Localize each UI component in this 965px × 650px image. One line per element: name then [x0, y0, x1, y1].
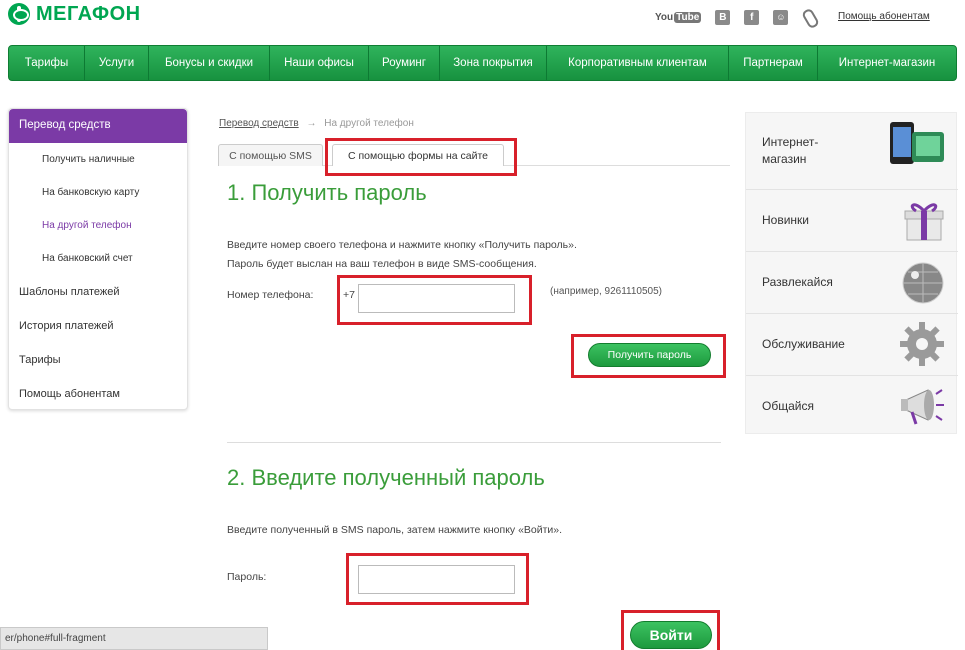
- nav-item-roaming[interactable]: Роуминг: [369, 46, 440, 80]
- youtube-tube-text: Tube: [674, 11, 702, 23]
- megaphone-icon: [901, 389, 944, 425]
- youtube-icon[interactable]: You Tube: [655, 11, 702, 23]
- sidebar-subitem-bank-account[interactable]: На банковский счет: [9, 242, 187, 275]
- step1-title: 1. Получить пароль: [227, 180, 427, 205]
- section-divider: [227, 442, 721, 443]
- nav-item-offices[interactable]: Наши офисы: [270, 46, 369, 80]
- step2-title: 2. Введите полученный пароль: [227, 465, 545, 490]
- highlight-tab: [325, 138, 517, 176]
- main-nav: Тарифы Услуги Бонусы и скидки Наши офисы…: [8, 45, 957, 81]
- nav-item-tariffs[interactable]: Тарифы: [9, 46, 85, 80]
- promo-label-chat: Общайся: [762, 399, 814, 413]
- phone-icon: [890, 122, 944, 164]
- promo-panel: Интернет-магазин Новинки Развлекайся Обс…: [745, 112, 958, 435]
- nav-item-bonuses[interactable]: Бонусы и скидки: [149, 46, 270, 80]
- breadcrumb: Перевод средств → На другой телефон: [219, 118, 414, 129]
- highlight-get-password: [571, 334, 726, 378]
- highlight-login: [621, 610, 720, 650]
- promo-eshop[interactable]: Интернет-магазин: [746, 113, 958, 190]
- promo-service[interactable]: Обслуживание: [746, 314, 958, 376]
- step1-desc-line1: Введите номер своего телефона и нажмите …: [227, 239, 577, 251]
- step2-desc: Введите полученный в SMS пароль, затем н…: [227, 524, 563, 536]
- vkontakte-icon[interactable]: В: [715, 9, 731, 25]
- left-sidebar: Перевод средств Получить наличные На бан…: [8, 108, 188, 410]
- highlight-phone: [337, 275, 532, 325]
- megafon-logo[interactable]: МЕГАФОН: [8, 3, 141, 25]
- nav-item-corporate[interactable]: Корпоративным клиентам: [547, 46, 729, 80]
- odnoklassniki-icon[interactable]: ☺: [773, 9, 789, 25]
- promo-label-fun: Развлекайся: [762, 275, 833, 289]
- sidebar-subitem-cash[interactable]: Получить наличные: [9, 143, 187, 176]
- breadcrumb-current: На другой телефон: [324, 118, 414, 129]
- nav-item-eshop[interactable]: Интернет-магазин: [818, 46, 956, 80]
- nav-item-coverage[interactable]: Зона покрытия: [440, 46, 547, 80]
- phone-label: Номер телефона:: [227, 289, 314, 301]
- password-label: Пароль:: [227, 571, 267, 583]
- disco-ball-icon: [902, 262, 944, 304]
- sidebar-item-money-transfer[interactable]: Перевод средств: [9, 109, 187, 143]
- facebook-icon[interactable]: f: [744, 9, 760, 25]
- nav-item-services[interactable]: Услуги: [85, 46, 149, 80]
- sidebar-item-templates[interactable]: Шаблоны платежей: [9, 275, 187, 309]
- gear-icon: [900, 322, 944, 366]
- sidebar-subitem-other-phone[interactable]: На другой телефон: [9, 209, 187, 242]
- sidebar-subitem-bank-card[interactable]: На банковскую карту: [9, 176, 187, 209]
- promo-label-new: Новинки: [762, 213, 809, 227]
- sidebar-item-history[interactable]: История платежей: [9, 309, 187, 343]
- tab-sms[interactable]: С помощью SMS: [218, 144, 323, 166]
- step1-desc-line2: Пароль будет выслан на ваш телефон в вид…: [227, 258, 537, 270]
- highlight-password: [346, 553, 529, 605]
- sidebar-item-tariffs[interactable]: Тарифы: [9, 343, 187, 377]
- paperclip-icon[interactable]: [802, 8, 816, 26]
- promo-label-service: Обслуживание: [762, 337, 845, 351]
- promo-fun[interactable]: Развлекайся: [746, 252, 958, 314]
- browser-status-bar: er/phone#full-fragment: [0, 627, 268, 650]
- youtube-text: You: [655, 11, 674, 23]
- help-link[interactable]: Помощь абонентам: [838, 11, 930, 22]
- promo-label-eshop: Интернет-магазин: [762, 135, 819, 166]
- nav-item-partners[interactable]: Партнерам: [729, 46, 818, 80]
- gift-icon: [904, 203, 944, 241]
- promo-chat[interactable]: Общайся: [746, 376, 958, 435]
- promo-new[interactable]: Новинки: [746, 190, 958, 252]
- sidebar-item-help[interactable]: Помощь абонентам: [9, 377, 187, 411]
- megafon-logo-icon: [8, 3, 30, 25]
- social-links: You Tube В f ☺: [655, 8, 816, 26]
- phone-hint: (например, 9261110505): [550, 286, 662, 297]
- breadcrumb-parent-link[interactable]: Перевод средств: [219, 118, 299, 129]
- breadcrumb-arrow: →: [306, 118, 317, 129]
- brand-name: МЕГАФОН: [36, 2, 141, 25]
